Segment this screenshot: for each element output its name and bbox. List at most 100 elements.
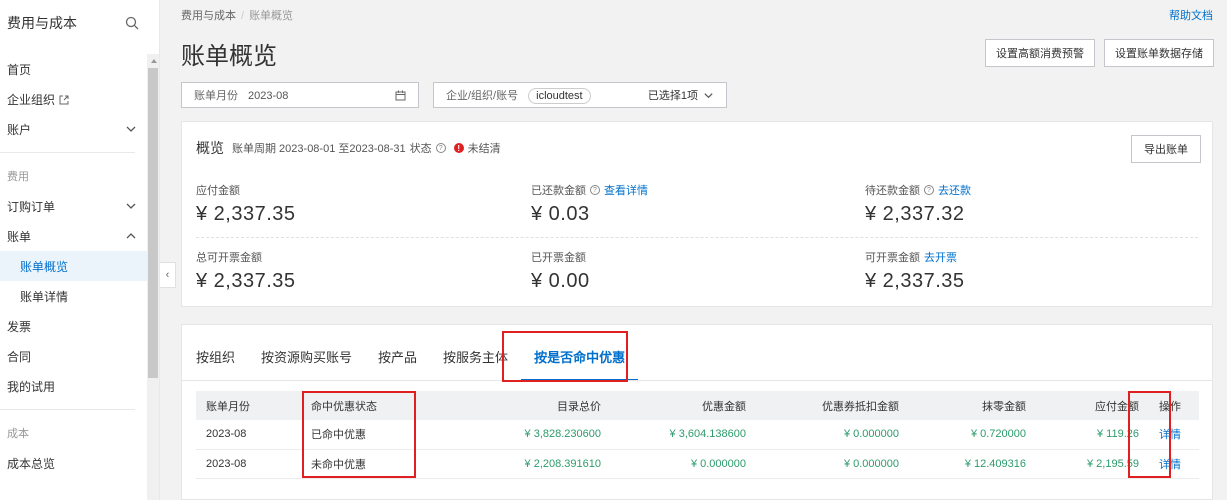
table-cell: ¥ 2,208.391610 — [451, 449, 611, 479]
col-header: 优惠金额 — [611, 391, 756, 420]
bill-month-label: 账单月份 — [194, 90, 238, 102]
sidebar-item-bill[interactable]: 账单 — [0, 221, 147, 251]
search-icon[interactable] — [125, 16, 139, 30]
set-bill-storage-button[interactable]: 设置账单数据存储 — [1104, 39, 1214, 67]
metric-total-invoiceable: 总可开票金额 ¥ 2,337.35 — [196, 249, 496, 293]
col-header: 抹零金额 — [909, 391, 1036, 420]
question-icon[interactable]: ? — [924, 185, 934, 195]
sidebar-item-bill-detail[interactable]: 账单详情 — [0, 281, 147, 311]
table-cell: ¥ 119.26 — [1036, 420, 1149, 450]
sidebar: 费用与成本 首页 企业组织 账户 费用 订购订单 账单 账单概览 账单详情 发票… — [0, 0, 160, 500]
bill-month-value: 2023-08 — [248, 90, 289, 102]
tab-by-purchase-account[interactable]: 按资源购买账号 — [248, 347, 365, 381]
sidebar-item-cost-overview[interactable]: 成本总览 — [0, 448, 147, 478]
metric-value: ¥ 2,337.35 — [865, 270, 965, 292]
table-cell: 2023-08 — [196, 449, 301, 479]
help-doc-link[interactable]: 帮助文档 — [1169, 7, 1213, 23]
sidebar-item-bill-overview[interactable]: 账单概览 — [0, 251, 147, 281]
set-high-spend-alert-button[interactable]: 设置高额消费预警 — [985, 39, 1095, 67]
external-link-icon — [59, 95, 69, 104]
metric-value: ¥ 2,337.32 — [865, 203, 965, 225]
metric-invoiced: 已开票金额 ¥ 0.00 — [531, 249, 831, 293]
metric-payable: 应付金额 ¥ 2,337.35 — [196, 182, 496, 226]
chevron-down-icon — [126, 203, 136, 209]
sidebar-item-contract[interactable]: 合同 — [0, 341, 147, 371]
sidebar-item-trial[interactable]: 我的试用 — [0, 371, 147, 401]
export-bill-button[interactable]: 导出账单 — [1131, 135, 1201, 163]
metric-value: ¥ 0.00 — [531, 270, 590, 292]
metric-to-repay: 待还款金额? 去还款 ¥ 2,337.32 — [865, 182, 1165, 226]
divider — [196, 237, 1198, 238]
chevron-down-icon — [126, 126, 136, 132]
sidebar-item-org[interactable]: 企业组织 — [0, 84, 147, 114]
selected-account-tag[interactable]: icloudtest — [528, 87, 591, 104]
breakdown-tabs: 按组织 按资源购买账号 按产品 按服务主体 按是否命中优惠 — [182, 347, 639, 381]
status-label: 状态 — [409, 143, 432, 155]
table-cell: ¥ 0.000000 — [611, 449, 756, 479]
tabs-divider — [182, 380, 1212, 381]
org-account-label: 企业/组织/账号 — [446, 89, 519, 102]
go-invoice-link[interactable]: 去开票 — [924, 249, 957, 265]
col-header: 目录总价 — [451, 391, 611, 420]
bill-period: 账单周期 2023-08-01 至2023-08-31 — [232, 143, 406, 155]
sidebar-group-cost: 成本 — [7, 428, 29, 440]
org-account-selector[interactable]: 企业/组织/账号 icloudtest 已选择1项 — [433, 82, 727, 108]
sidebar-title: 费用与成本 — [7, 15, 77, 31]
table-cell: ¥ 2,195.59 — [1036, 449, 1149, 479]
tab-by-discount-hit[interactable]: 按是否命中优惠 — [521, 347, 639, 381]
sidebar-menu: 首页 企业组织 账户 费用 订购订单 账单 账单概览 账单详情 发票 合同 我的… — [0, 54, 147, 478]
sidebar-scrollbar-thumb[interactable] — [148, 68, 158, 378]
question-icon[interactable]: ? — [590, 185, 600, 195]
col-header: 操作 — [1149, 391, 1199, 420]
main-content: 费用与成本 / 账单概览 帮助文档 账单概览 设置高额消费预警 设置账单数据存储 账… — [160, 0, 1227, 500]
scroll-up-arrow-icon[interactable] — [151, 59, 157, 63]
table-cell: ¥ 0.000000 — [756, 449, 909, 479]
breadcrumb-root[interactable]: 费用与成本 — [181, 10, 236, 22]
view-details-link[interactable]: 查看详情 — [604, 182, 648, 198]
col-header: 应付金额 — [1036, 391, 1149, 420]
app-root: 费用与成本 首页 企业组织 账户 费用 订购订单 账单 账单概览 账单详情 发票… — [0, 0, 1227, 500]
breadcrumb: 费用与成本 / 账单概览 — [181, 7, 293, 23]
page-title: 账单概览 — [181, 43, 277, 70]
chevron-down-icon — [704, 92, 713, 98]
row-details-link[interactable]: 详情 — [1149, 449, 1199, 479]
discount-table: 账单月份 命中优惠状态 目录总价 优惠金额 优惠券抵扣金额 抹零金额 应付金额 … — [196, 391, 1199, 479]
row-details-link[interactable]: 详情 — [1149, 420, 1199, 450]
overview-title: 概览 — [196, 140, 224, 156]
col-header: 命中优惠状态 — [301, 391, 451, 420]
table-cell: ¥ 0.000000 — [756, 420, 909, 450]
question-icon[interactable]: ? — [435, 143, 446, 153]
calendar-icon — [395, 90, 406, 100]
selected-count: 已选择1项 — [647, 90, 698, 102]
table-cell: ¥ 12.409316 — [909, 449, 1036, 479]
chevron-up-icon — [126, 233, 136, 239]
table-cell: ¥ 0.720000 — [909, 420, 1036, 450]
metric-value: ¥ 2,337.35 — [196, 203, 296, 225]
sidebar-item-orders[interactable]: 订购订单 — [0, 191, 147, 221]
table-cell: 已命中优惠 — [301, 420, 451, 450]
table-cell: ¥ 3,828.230600 — [451, 420, 611, 450]
table-header-row: 账单月份 命中优惠状态 目录总价 优惠金额 优惠券抵扣金额 抹零金额 应付金额 … — [196, 391, 1199, 420]
tab-by-product[interactable]: 按产品 — [365, 347, 430, 381]
breadcrumb-separator: / — [241, 10, 245, 22]
go-repay-link[interactable]: 去还款 — [938, 182, 971, 198]
bill-month-picker[interactable]: 账单月份 2023-08 — [181, 82, 419, 108]
sidebar-group-fee: 费用 — [7, 171, 29, 183]
col-header: 优惠券抵扣金额 — [756, 391, 909, 420]
warning-icon: ! — [453, 143, 464, 153]
tab-by-service-entity[interactable]: 按服务主体 — [430, 347, 521, 381]
tab-by-org[interactable]: 按组织 — [182, 347, 248, 381]
overview-card: 概览 账单周期 2023-08-01 至2023-08-31 状态 ? ! 未结… — [181, 121, 1213, 307]
metric-value: ¥ 2,337.35 — [196, 270, 296, 292]
sidebar-header: 费用与成本 — [0, 0, 159, 46]
sidebar-item-account[interactable]: 账户 — [0, 114, 147, 144]
table-cell: ¥ 3,604.138600 — [611, 420, 756, 450]
metric-repaid: 已还款金额? 查看详情 ¥ 0.03 — [531, 182, 831, 226]
breadcrumb-current: 账单概览 — [249, 10, 294, 22]
sidebar-item-home[interactable]: 首页 — [0, 54, 147, 84]
sidebar-item-invoice[interactable]: 发票 — [0, 311, 147, 341]
sidebar-divider — [0, 409, 135, 410]
table-cell: 2023-08 — [196, 420, 301, 450]
overview-meta: 账单周期 2023-08-01 至2023-08-31 状态 ? ! 未结清 — [232, 140, 501, 156]
status-value: 未结清 — [467, 143, 501, 155]
